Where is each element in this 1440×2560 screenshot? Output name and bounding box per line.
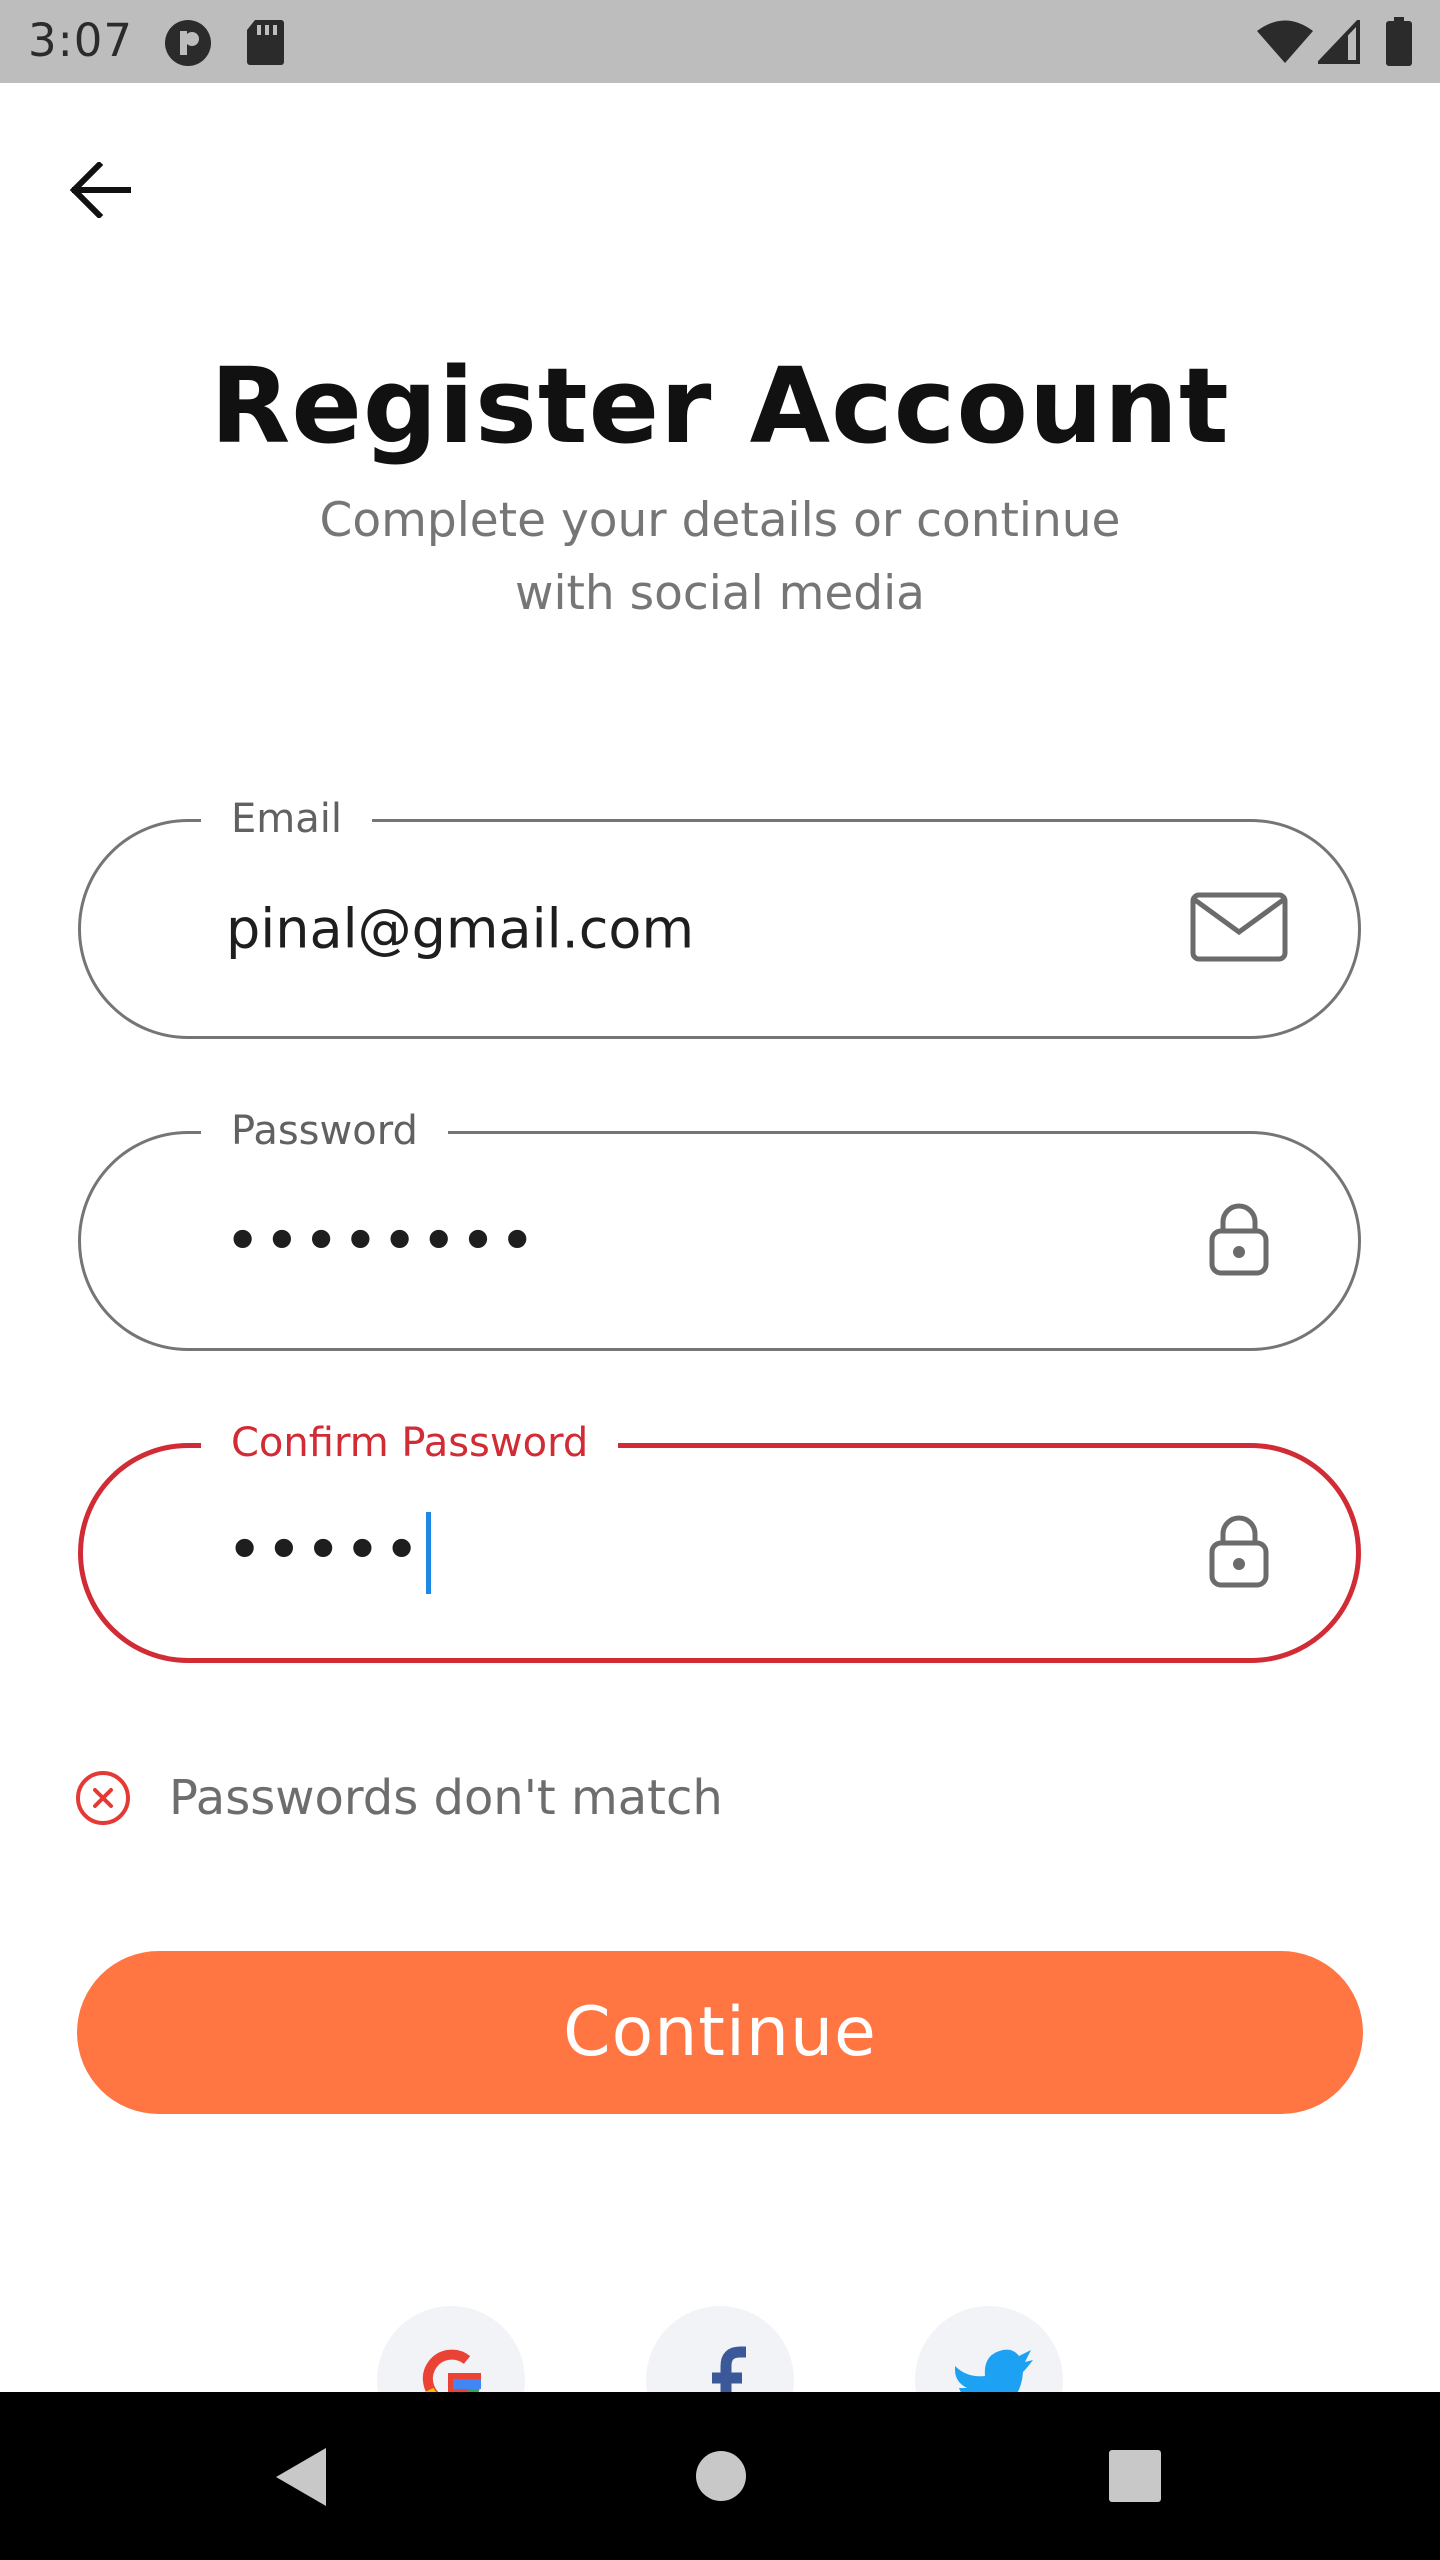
page-title: Register Account [210, 345, 1230, 467]
system-nav-bar [0, 2392, 1440, 2560]
status-time: 3:07 [28, 14, 134, 67]
cell-signal-icon [1315, 16, 1360, 68]
notification-icon [163, 18, 213, 72]
wifi-icon [1256, 20, 1314, 68]
nav-home-icon[interactable] [695, 2450, 747, 2506]
error-message: Passwords don't match [75, 1768, 723, 1828]
error-icon [76, 1771, 130, 1825]
text-caret [426, 1512, 432, 1594]
confirm-password-label: Confirm Password [201, 1416, 619, 1470]
page-subtitle: Complete your details or continue with s… [319, 493, 1121, 621]
nav-recents-icon[interactable] [1109, 2450, 1161, 2506]
status-bar: 3:07 [0, 0, 1440, 83]
nav-back-icon[interactable] [272, 2446, 328, 2512]
password-label: Password [201, 1104, 448, 1158]
lock-icon [1208, 1514, 1270, 1592]
battery-icon [1385, 17, 1413, 71]
confirm-password-value: ••••• [228, 1512, 432, 1594]
confirm-password-field[interactable]: Confirm Password ••••• [78, 1416, 1361, 1663]
email-label: Email [201, 792, 372, 846]
continue-button[interactable]: Continue [77, 1951, 1363, 2114]
sd-card-icon [245, 18, 285, 70]
arrow-left-icon [69, 162, 131, 218]
error-text: Passwords don't match [169, 1770, 723, 1826]
back-button[interactable] [55, 145, 145, 235]
password-value: •••••••• [226, 1211, 540, 1271]
password-field[interactable]: Password •••••••• [78, 1104, 1361, 1351]
mail-icon [1190, 892, 1288, 966]
confirm-password-text: ••••• [228, 1520, 425, 1580]
lock-icon [1208, 1202, 1270, 1280]
email-field[interactable]: Email pinal@gmail.com [78, 792, 1361, 1039]
email-value: pinal@gmail.com [226, 897, 695, 961]
